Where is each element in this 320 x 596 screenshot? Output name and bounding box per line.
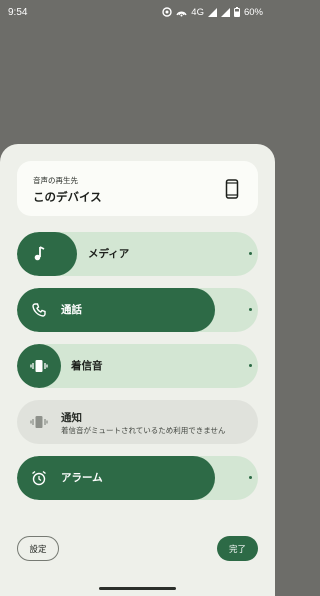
slider-label-alarm: アラーム (61, 472, 103, 484)
slider-label-call: 通話 (61, 304, 82, 316)
status-bar: 9:54 4G 60% (0, 0, 275, 24)
call-icon (29, 300, 49, 320)
alarm-volume-slider[interactable]: アラーム (17, 456, 258, 500)
music-note-icon (29, 244, 49, 264)
slider-label-media: メディア (88, 248, 130, 260)
hotspot-icon (176, 8, 187, 17)
done-button[interactable]: 完了 (217, 536, 258, 561)
status-time: 9:54 (8, 6, 28, 18)
notification-disabled-reason: 着信音がミュートされているため利用できません (61, 426, 226, 435)
volume-sheet: 音声の再生先 このデバイス メディア 通話 着信音 通知 着信音がミュートされて… (0, 144, 275, 596)
slider-label-notification: 通知 (61, 412, 82, 424)
data-saver-icon (162, 7, 172, 17)
media-volume-slider[interactable]: メディア (17, 232, 258, 276)
phone-icon (225, 179, 239, 199)
network-type: 4G (191, 6, 204, 18)
ringtone-volume-slider[interactable]: 着信音 (17, 344, 258, 388)
output-switcher[interactable]: 音声の再生先 このデバイス (17, 161, 258, 216)
slider-end-dot (249, 308, 252, 311)
vibrate-icon (29, 412, 49, 432)
notification-volume-slider: 通知 着信音がミュートされているため利用できません (17, 400, 258, 444)
output-device: このデバイス (33, 190, 102, 204)
vibrate-icon (29, 356, 49, 376)
alarm-icon (29, 468, 49, 488)
slider-end-dot (249, 364, 252, 367)
signal-icon-secondary (220, 7, 230, 17)
slider-end-dot (249, 476, 252, 479)
call-volume-slider[interactable]: 通話 (17, 288, 258, 332)
output-caption: 音声の再生先 (33, 176, 78, 185)
signal-icon (207, 7, 217, 17)
gesture-nav-handle[interactable] (99, 587, 176, 590)
battery-icon (233, 7, 240, 17)
battery-percent: 60% (243, 6, 263, 18)
settings-button[interactable]: 設定 (17, 536, 59, 561)
status-icons: 4G 60% (162, 7, 263, 18)
slider-label-ringtone: 着信音 (71, 360, 103, 372)
slider-end-dot (249, 252, 252, 255)
